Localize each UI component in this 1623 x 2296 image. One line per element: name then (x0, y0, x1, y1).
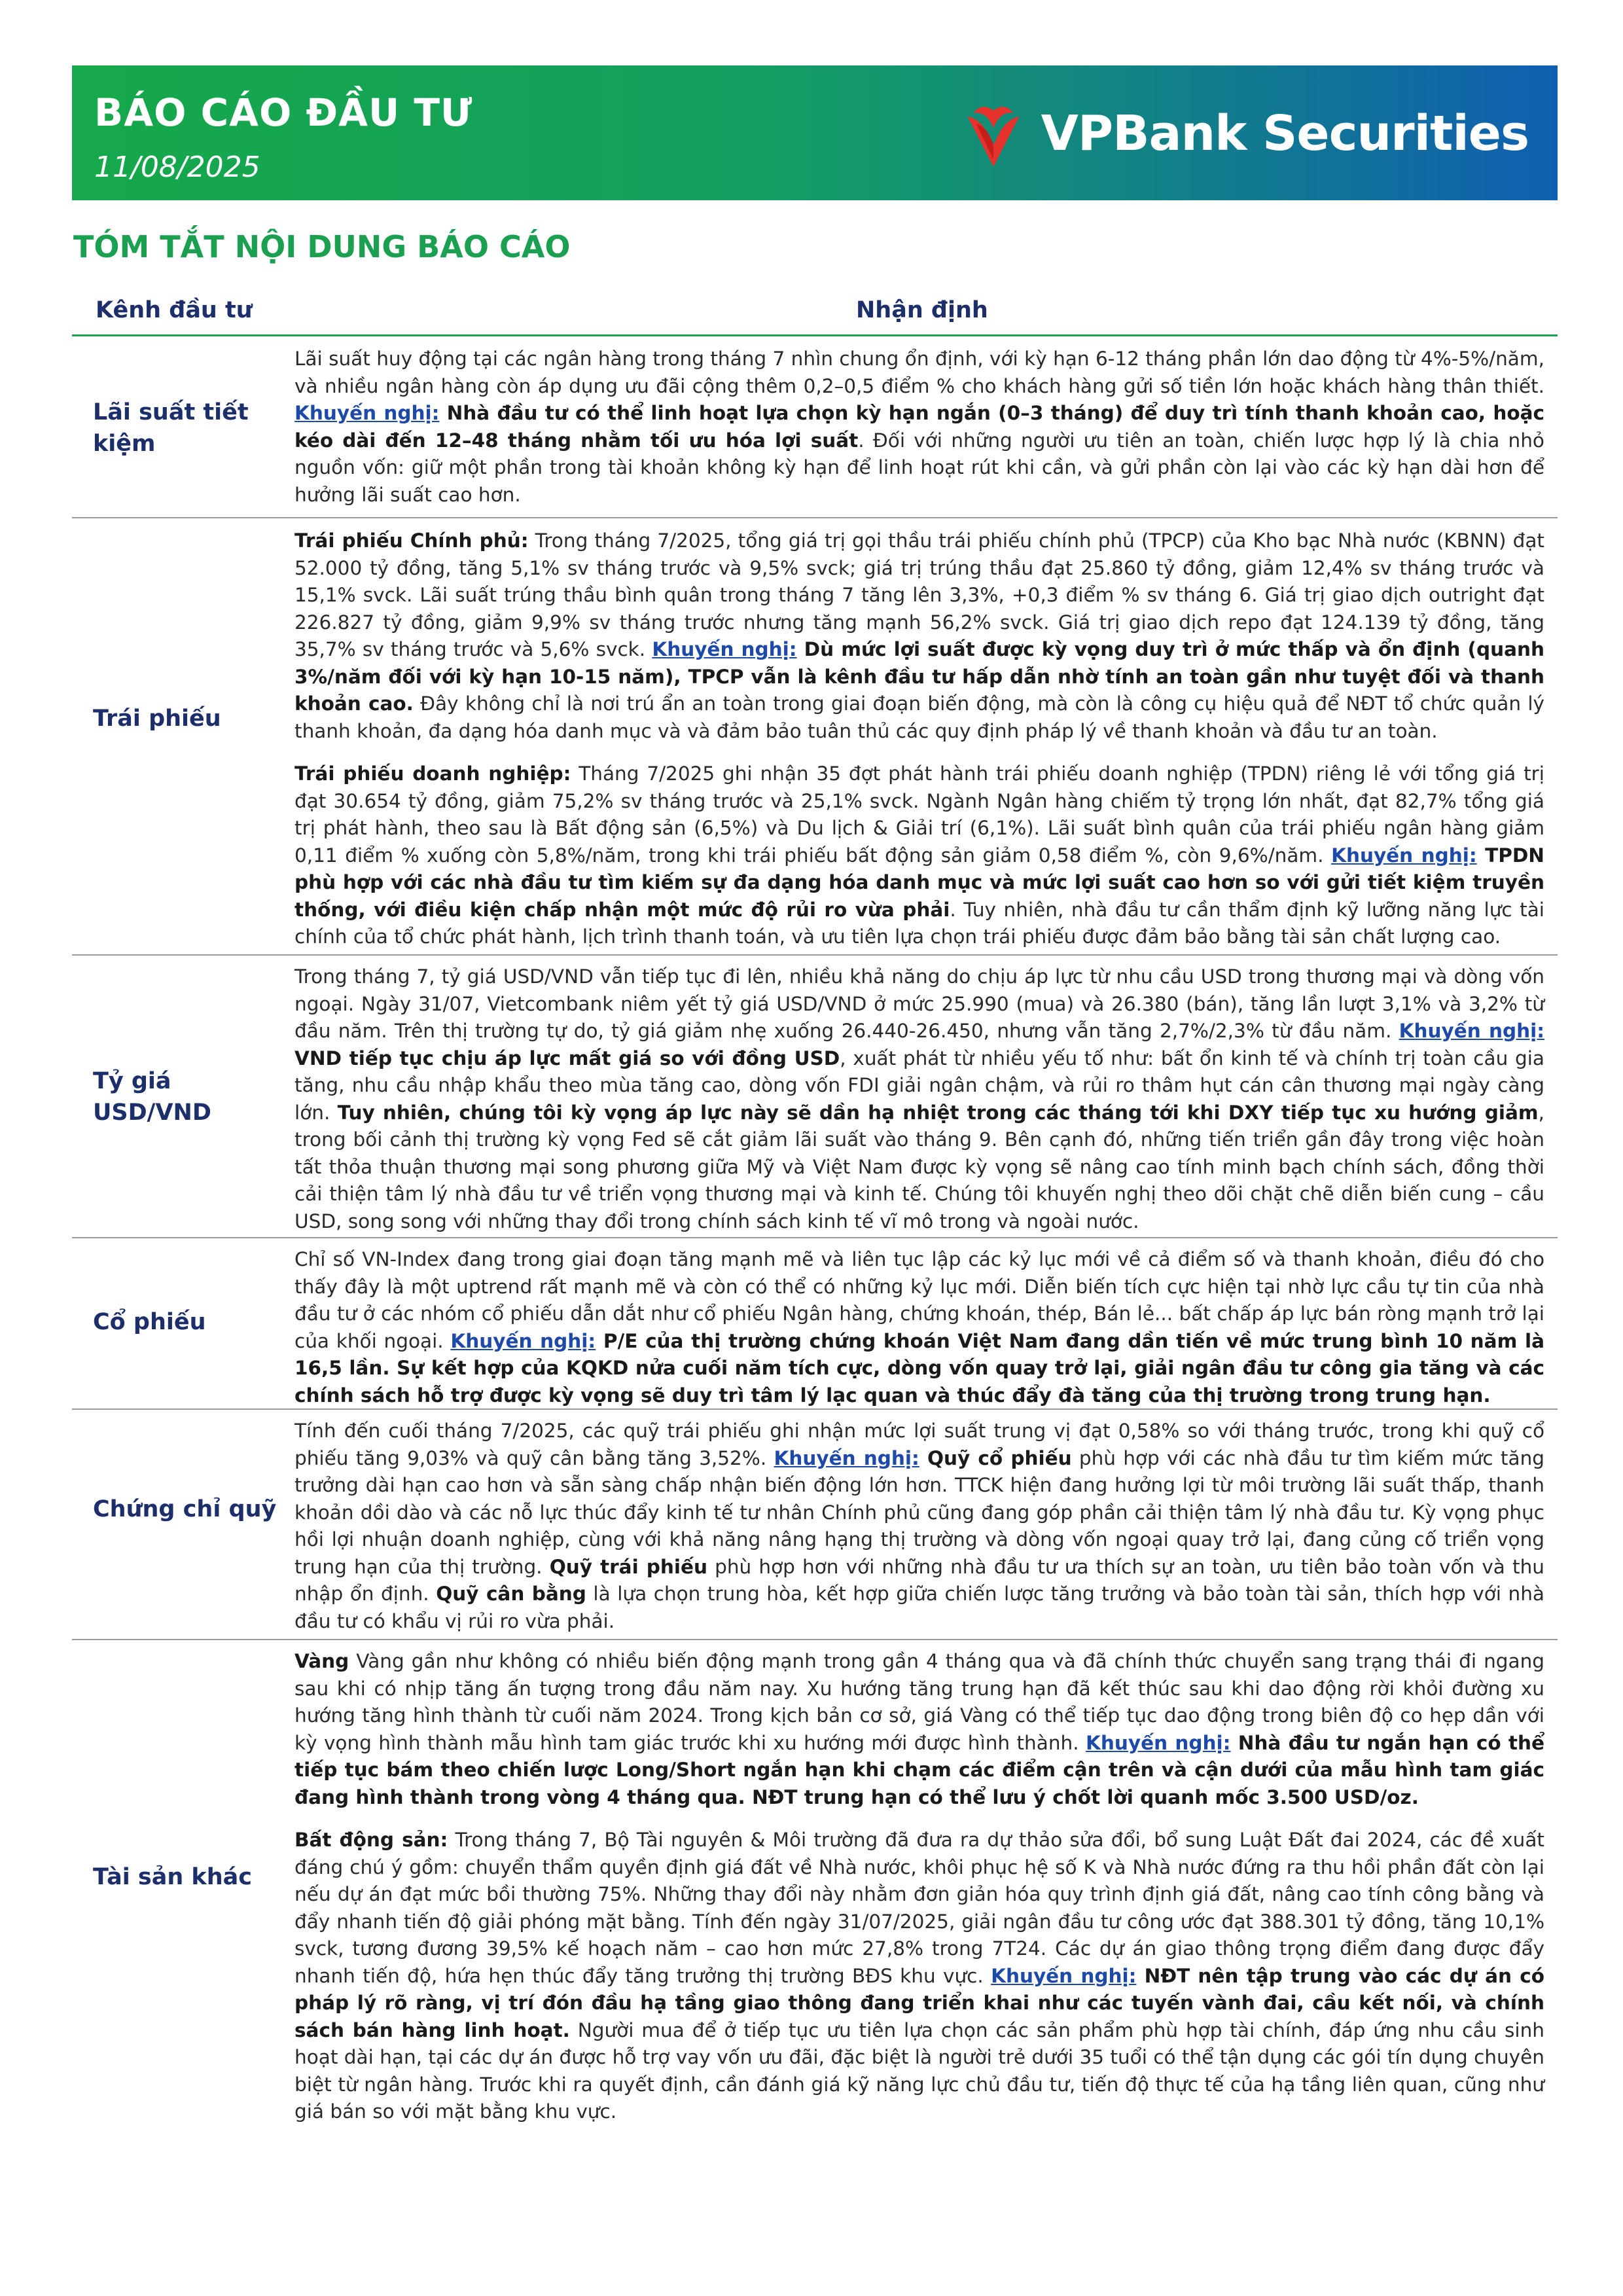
bold-text: Quỹ trái phiếu (549, 1555, 707, 1578)
text-run: Lãi suất huy động tại các ngân hàng tron… (294, 348, 1544, 397)
table-row-savings: Lãi suất tiết kiệm Lãi suất huy động tại… (72, 336, 1558, 518)
row-content: Vàng Vàng gần như không có nhiều biến độ… (294, 1648, 1544, 2126)
row-label: Tỷ giá USD/VND (93, 1068, 211, 1126)
text-run: Đây không chỉ là nơi trú ẩn an toàn tron… (294, 692, 1544, 742)
table-row-funds: Chứng chỉ quỹ Tính đến cuối tháng 7/2025… (72, 1410, 1558, 1640)
vpbank-securities-logo: VPBank Securities (957, 94, 1529, 173)
row-label: Trái phiếu (93, 706, 221, 732)
column-header-assessment: Nhận định (856, 297, 988, 323)
bold-text: Vàng (294, 1650, 349, 1672)
bold-text: Quỹ cổ phiếu (919, 1446, 1072, 1469)
paragraph: Trái phiếu Chính phủ: Trong tháng 7/2025… (294, 528, 1544, 745)
paragraph: Trái phiếu doanh nghiệp: Tháng 7/2025 gh… (294, 761, 1544, 951)
recommendation-label: Khuyến nghị: (294, 402, 440, 424)
paragraph: Chỉ số VN-Index đang trong giai đoạn tăn… (294, 1246, 1544, 1409)
paragraph: Trong tháng 7, tỷ giá USD/VND vẫn tiếp t… (294, 963, 1544, 1235)
bold-text: Bất động sản: (294, 1829, 448, 1851)
section-title: TÓM TẮT NỘI DUNG BÁO CÁO (73, 229, 571, 264)
row-label: Chứng chỉ quỹ (93, 1496, 277, 1522)
row-label: Cổ phiếu (93, 1309, 206, 1335)
report-title: BÁO CÁO ĐẦU TƯ (94, 90, 473, 135)
logo-text: VPBank Securities (1041, 105, 1529, 162)
row-content: Lãi suất huy động tại các ngân hàng tron… (294, 346, 1544, 509)
row-content: Tính đến cuối tháng 7/2025, các quỹ trái… (294, 1418, 1544, 1635)
row-label: Lãi suất tiết kiệm (93, 399, 249, 457)
recommendation-label: Khuyến nghị: (652, 638, 797, 660)
text-run: Trong tháng 7, Bộ Tài nguyên & Môi trườn… (294, 1829, 1544, 1987)
recommendation-label: Khuyến nghị: (450, 1329, 596, 1352)
row-label: Tài sản khác (93, 1864, 252, 1890)
bold-text: Quỹ cân bằng (436, 1583, 586, 1605)
report-header-banner: BÁO CÁO ĐẦU TƯ 11/08/2025 VPBank Securit… (72, 65, 1558, 200)
recommendation-label: Khuyến nghị: (774, 1446, 919, 1469)
row-content: Chỉ số VN-Index đang trong giai đoạn tăn… (294, 1246, 1544, 1409)
row-content: Trong tháng 7, tỷ giá USD/VND vẫn tiếp t… (294, 963, 1544, 1235)
bold-text: Trái phiếu Chính phủ: (294, 529, 529, 552)
vpbank-flame-icon (967, 107, 1020, 167)
report-date: 11/08/2025 (94, 151, 260, 184)
bold-text: Trái phiếu doanh nghiệp: (294, 762, 571, 785)
recommendation-label: Khuyến nghị: (1331, 844, 1477, 867)
bold-text: VND tiếp tục chịu áp lực mất giá so với … (294, 1047, 840, 1069)
paragraph: Lãi suất huy động tại các ngân hàng tron… (294, 346, 1544, 509)
text-run: Trong tháng 7, tỷ giá USD/VND vẫn tiếp t… (294, 965, 1544, 1042)
recommendation-label: Khuyến nghị: (1086, 1731, 1231, 1754)
table-row-bonds: Trái phiếu Trái phiếu Chính phủ: Trong t… (72, 518, 1558, 956)
table-row-fx: Tỷ giá USD/VND Trong tháng 7, tỷ giá USD… (72, 956, 1558, 1238)
bold-text: Tuy nhiên, chúng tôi kỳ vọng áp lực này … (337, 1101, 1539, 1124)
paragraph: Vàng Vàng gần như không có nhiều biến độ… (294, 1648, 1544, 1811)
recommendation-label: Khuyến nghị: (1399, 1020, 1544, 1042)
row-content: Trái phiếu Chính phủ: Trong tháng 7/2025… (294, 528, 1544, 951)
paragraph: Bất động sản: Trong tháng 7, Bộ Tài nguy… (294, 1827, 1544, 2126)
table-header: Kênh đầu tư Nhận định (72, 288, 1558, 334)
recommendation-label: Khuyến nghị: (991, 1964, 1137, 1987)
table-row-stocks: Cổ phiếu Chỉ số VN-Index đang trong giai… (72, 1238, 1558, 1410)
column-header-channel: Kênh đầu tư (96, 297, 253, 323)
table-row-other-assets: Tài sản khác Vàng Vàng gần như không có … (72, 1640, 1558, 2123)
paragraph: Tính đến cuối tháng 7/2025, các quỹ trái… (294, 1418, 1544, 1635)
